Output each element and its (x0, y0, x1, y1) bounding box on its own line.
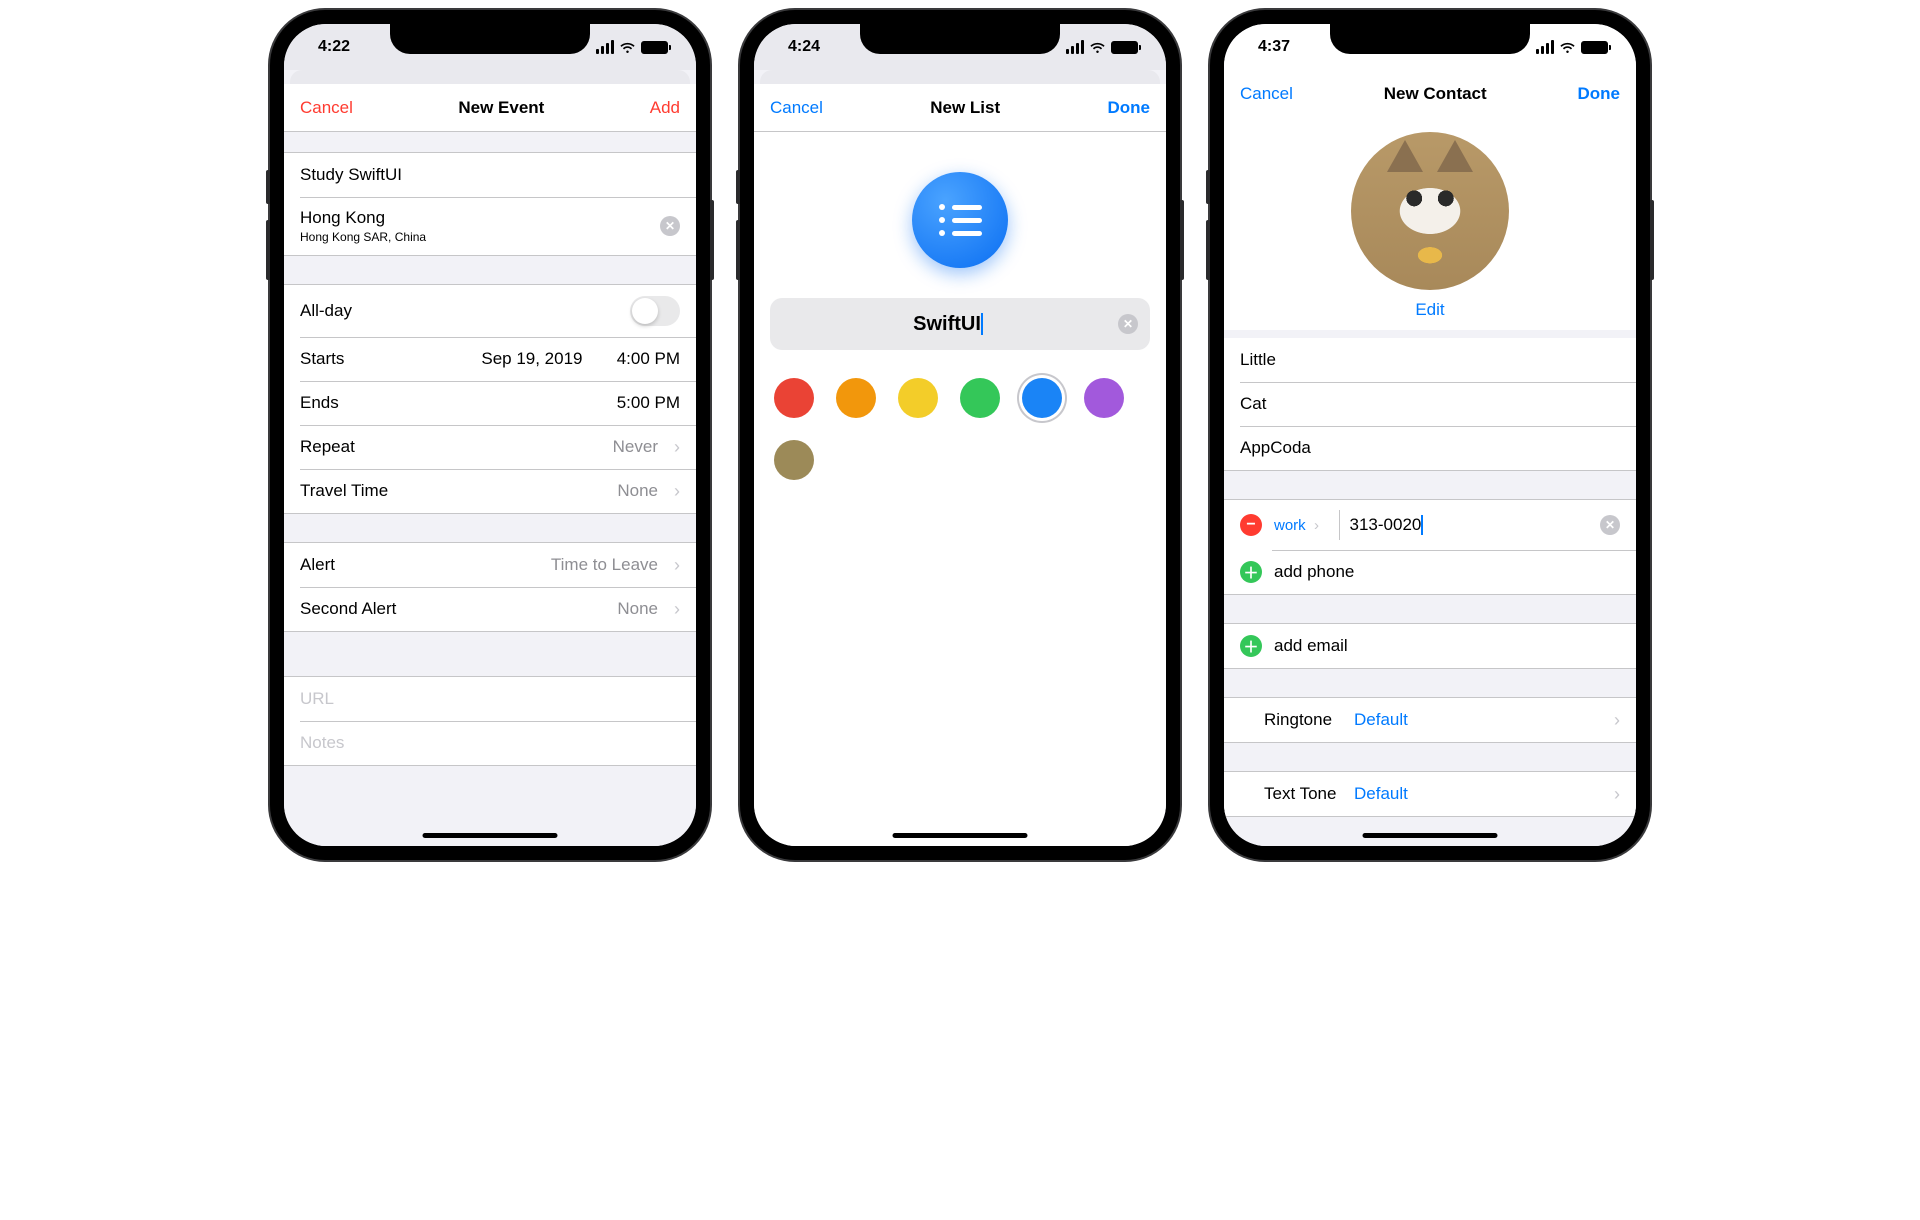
all-day-row: All-day (284, 285, 696, 337)
starts-row[interactable]: Starts Sep 19, 2019 4:00 PM (284, 337, 696, 381)
notes-input[interactable]: Notes (284, 721, 696, 765)
clear-name-button[interactable]: ✕ (1118, 314, 1138, 334)
battery-icon (1111, 41, 1138, 54)
wifi-icon (1089, 41, 1106, 54)
cancel-button[interactable]: Cancel (1240, 84, 1293, 104)
chevron-right-icon: › (1614, 784, 1620, 805)
chevron-right-icon: › (674, 437, 680, 458)
plus-icon: ＋ (1240, 635, 1262, 657)
remove-phone-button[interactable]: − (1240, 514, 1262, 536)
nav-title: New Contact (1384, 84, 1487, 104)
texttone-row[interactable]: Text Tone Default › (1224, 772, 1636, 816)
url-input[interactable]: URL (284, 677, 696, 721)
status-time: 4:37 (1258, 38, 1290, 56)
color-swatch-0[interactable] (774, 378, 814, 418)
company-input[interactable]: AppCoda (1224, 426, 1636, 470)
repeat-row[interactable]: Repeat Never› (284, 425, 696, 469)
cellular-icon (596, 40, 614, 54)
battery-icon (641, 41, 668, 54)
clear-phone-button[interactable]: ✕ (1600, 515, 1620, 535)
color-swatch-2[interactable] (898, 378, 938, 418)
ringtone-row[interactable]: Ringtone Default › (1224, 698, 1636, 742)
phone-new-contact: 4:37 Cancel New Contact Done Edit Little… (1210, 10, 1650, 860)
event-location-input[interactable]: Hong Kong Hong Kong SAR, China ✕ (284, 197, 696, 255)
edit-photo-button[interactable]: Edit (1415, 300, 1444, 320)
last-name-input[interactable]: Cat (1224, 382, 1636, 426)
chevron-right-icon: › (674, 555, 680, 576)
plus-icon: ＋ (1240, 561, 1262, 583)
color-swatch-6[interactable] (774, 440, 814, 480)
color-swatch-4[interactable] (1022, 378, 1062, 418)
nav-bar: Cancel New Contact Done (1224, 70, 1636, 118)
home-indicator[interactable] (1363, 833, 1498, 838)
nav-title: New Event (458, 98, 544, 118)
cancel-button[interactable]: Cancel (300, 98, 353, 118)
chevron-right-icon: › (674, 599, 680, 620)
add-button[interactable]: Add (650, 98, 680, 118)
status-time: 4:24 (788, 38, 820, 56)
all-day-toggle[interactable] (630, 296, 680, 326)
second-alert-row[interactable]: Second Alert None› (284, 587, 696, 631)
status-time: 4:22 (318, 38, 350, 56)
color-swatch-1[interactable] (836, 378, 876, 418)
color-palette (754, 350, 1166, 508)
nav-bar: Cancel New Event Add (284, 84, 696, 132)
battery-icon (1581, 41, 1608, 54)
wifi-icon (619, 41, 636, 54)
chevron-right-icon: › (674, 481, 680, 502)
clear-location-button[interactable]: ✕ (660, 216, 680, 236)
add-phone-row[interactable]: ＋ add phone (1224, 550, 1636, 594)
phone-new-list: 4:24 Cancel New List Done (740, 10, 1180, 860)
add-email-row[interactable]: ＋ add email (1224, 624, 1636, 668)
travel-time-row[interactable]: Travel Time None› (284, 469, 696, 513)
phone-entry-row[interactable]: − work › 313-0020 ✕ (1224, 500, 1636, 550)
color-swatch-5[interactable] (1084, 378, 1124, 418)
cellular-icon (1536, 40, 1554, 54)
phone-new-event: 4:22 Cancel New Event Add Study SwiftUI … (270, 10, 710, 860)
chevron-right-icon: › (1614, 710, 1620, 731)
done-button[interactable]: Done (1577, 84, 1620, 104)
ends-row[interactable]: Ends 5:00 PM (284, 381, 696, 425)
cellular-icon (1066, 40, 1084, 54)
cancel-button[interactable]: Cancel (770, 98, 823, 118)
phone-type-selector[interactable]: work › (1274, 517, 1319, 534)
list-name-input[interactable]: SwiftUI ✕ (770, 298, 1150, 350)
wifi-icon (1559, 41, 1576, 54)
event-title-input[interactable]: Study SwiftUI (284, 153, 696, 197)
nav-bar: Cancel New List Done (754, 84, 1166, 132)
home-indicator[interactable] (423, 833, 558, 838)
contact-avatar[interactable] (1351, 132, 1509, 290)
list-icon (912, 172, 1008, 268)
home-indicator[interactable] (893, 833, 1028, 838)
done-button[interactable]: Done (1107, 98, 1150, 118)
phone-number-input[interactable]: 313-0020 (1350, 515, 1600, 536)
color-swatch-3[interactable] (960, 378, 1000, 418)
alert-row[interactable]: Alert Time to Leave› (284, 543, 696, 587)
first-name-input[interactable]: Little (1224, 338, 1636, 382)
nav-title: New List (930, 98, 1000, 118)
